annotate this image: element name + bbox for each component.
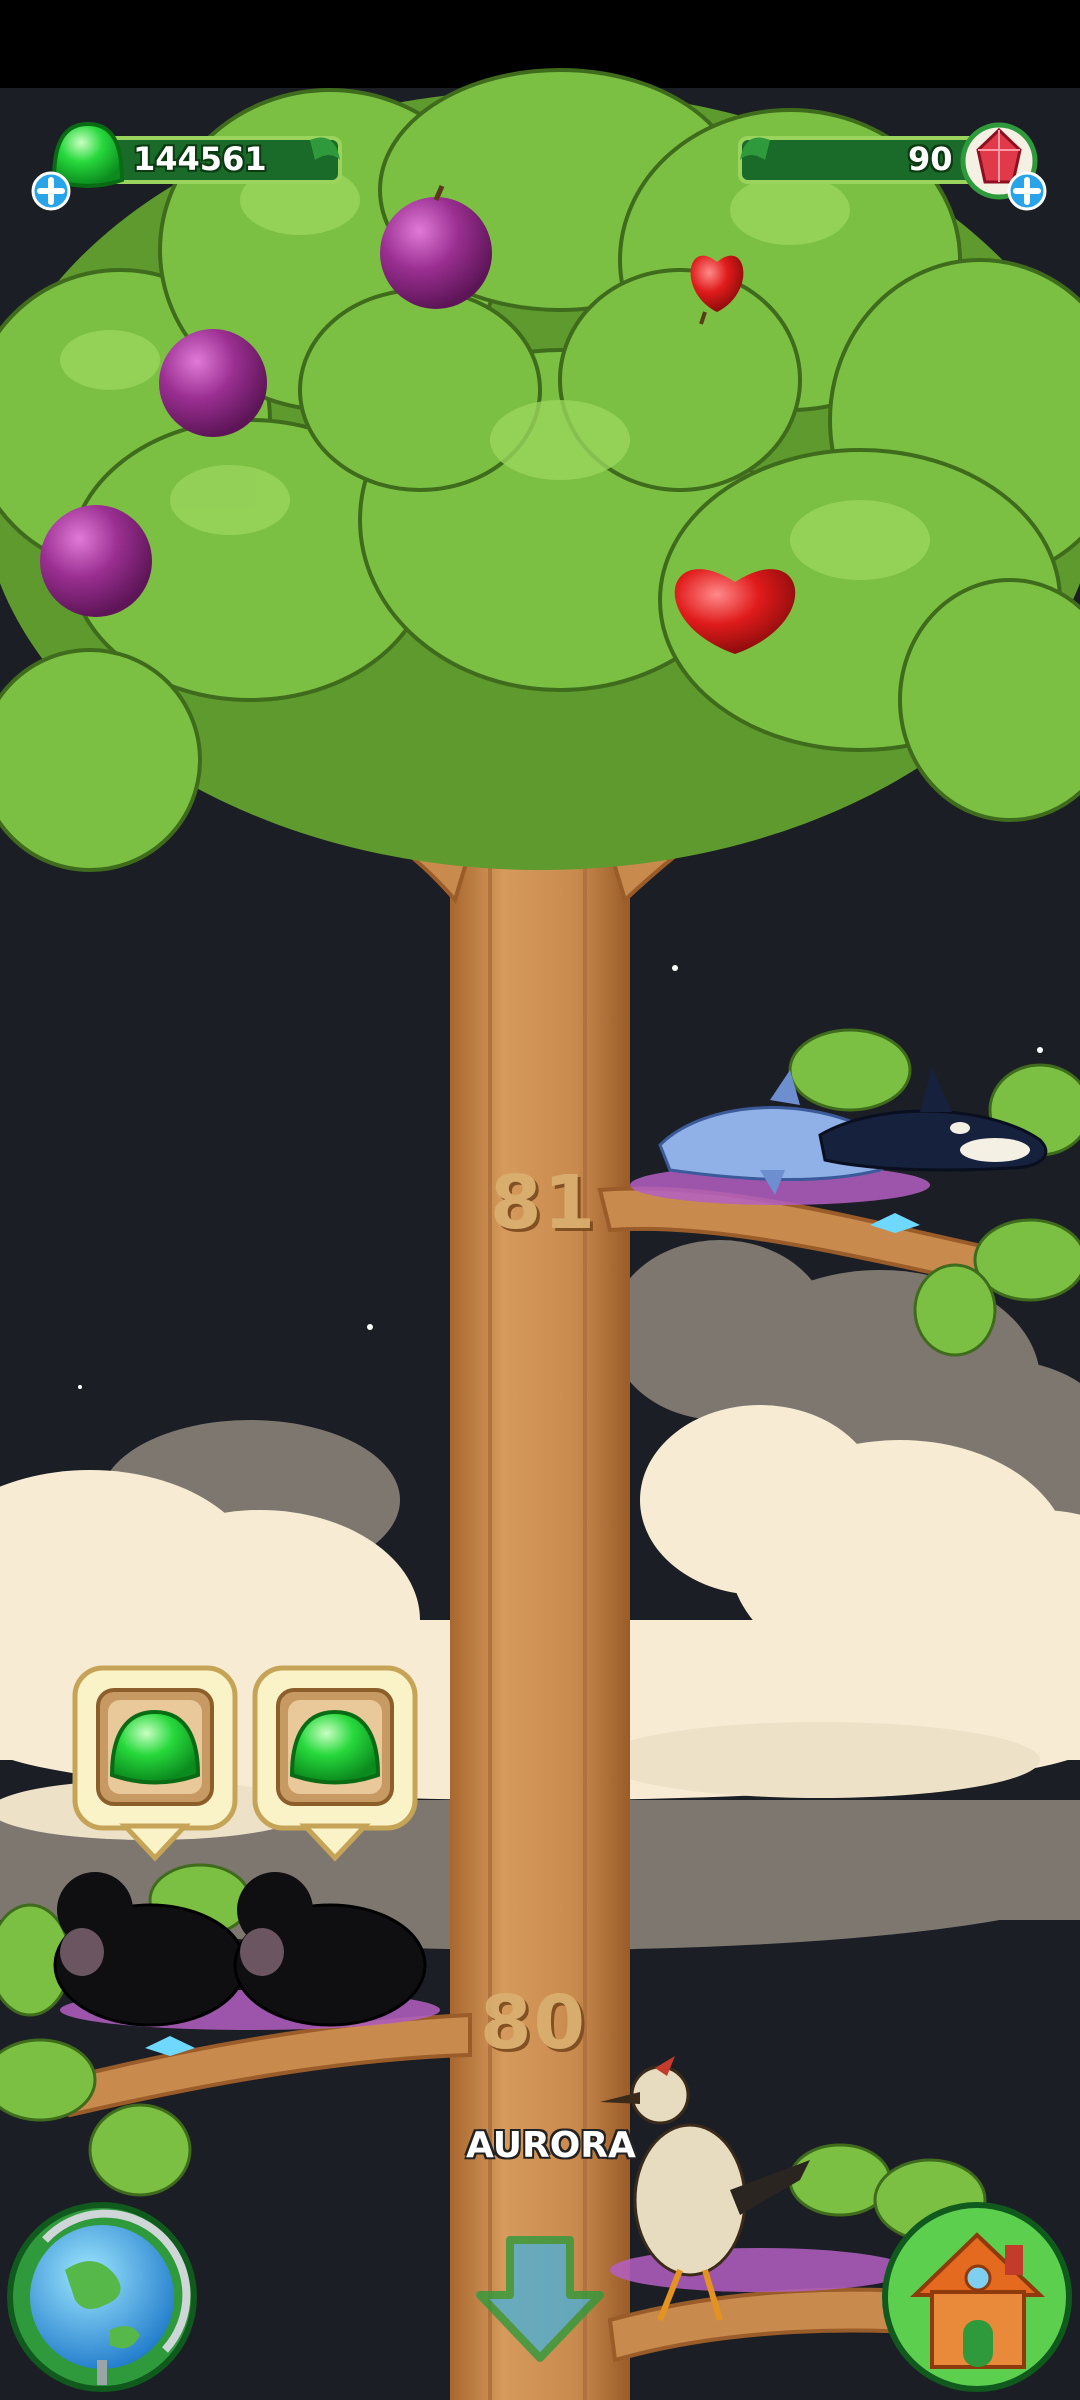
gems-counter[interactable]: 144561 [30,120,350,211]
globe-icon [7,2202,197,2392]
plus-icon[interactable] [30,170,72,212]
game-screen: 81 80 AURORA 144561 90 [0,0,1080,2400]
floor-number-80: 80 [480,1980,587,2066]
plus-icon[interactable] [1006,170,1048,212]
home-button[interactable] [880,2200,1075,2395]
purple-plum[interactable] [40,505,152,617]
reward-bubble[interactable] [72,1665,238,1862]
purple-plum[interactable] [159,329,267,437]
reward-bubble[interactable] [252,1665,418,1862]
crystals-value: 90 [908,140,953,178]
crystals-counter[interactable]: 90 [730,120,1060,211]
scroll-down-button[interactable] [470,2230,610,2370]
creature-name-label: AURORA [466,2125,636,2166]
globe-button[interactable] [5,2200,200,2395]
down-arrow-icon [476,2236,604,2362]
house-icon [882,2202,1072,2392]
gems-value: 144561 [133,140,267,178]
floor-number-81: 81 [490,1160,597,1246]
